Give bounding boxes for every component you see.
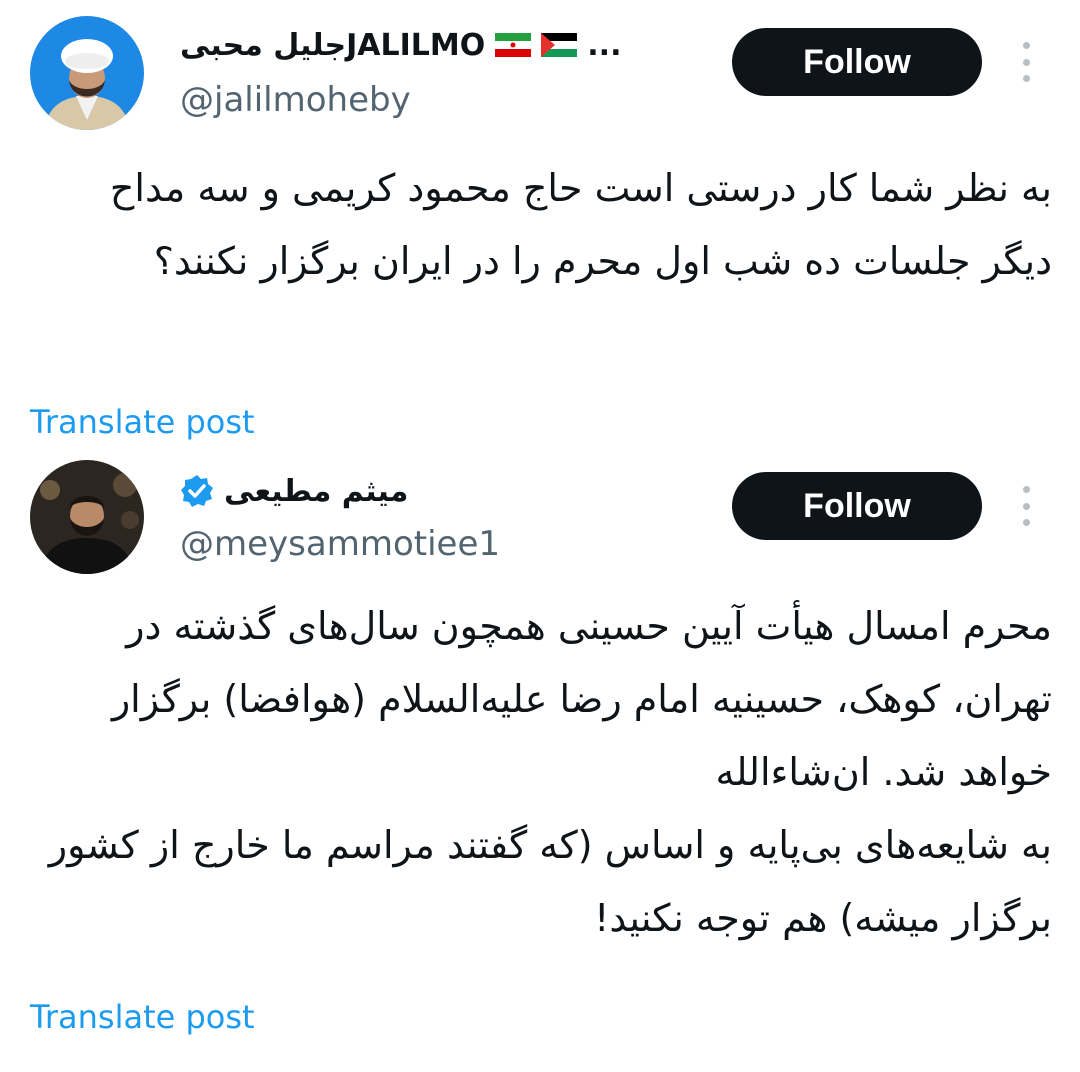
- translate-post-link[interactable]: Translate post: [30, 998, 255, 1036]
- post-text: محرم امسال هیأت آیین حسینی همچون سال‌های…: [48, 604, 1052, 940]
- verified-badge-icon: [181, 475, 213, 507]
- more-options-icon[interactable]: [1014, 486, 1038, 526]
- display-name-row[interactable]: میثم مطیعی: [180, 466, 700, 516]
- display-name-ellipsis: ...: [587, 27, 622, 63]
- dot: [1022, 502, 1030, 510]
- more-options-icon[interactable]: [1014, 42, 1038, 82]
- dot: [1022, 75, 1030, 82]
- avatar[interactable]: [30, 460, 144, 574]
- post-text: به نظر شما کار درستی است حاج محمود کریمی…: [109, 166, 1052, 283]
- dot: [1022, 42, 1030, 49]
- display-name-row[interactable]: جلیل محبیJALILMO ...: [180, 20, 700, 70]
- follow-button[interactable]: Follow: [732, 472, 982, 540]
- palestine-flag-icon: [541, 33, 578, 57]
- user-handle[interactable]: @jalilmoheby: [180, 80, 411, 120]
- iran-flag-icon: [495, 33, 532, 57]
- user-avatar-photo-icon: [30, 460, 144, 574]
- dot: [1022, 58, 1030, 66]
- translate-post-link[interactable]: Translate post: [30, 403, 255, 441]
- follow-button[interactable]: Follow: [732, 28, 982, 96]
- display-name: میثم مطیعی: [224, 473, 409, 509]
- display-name: جلیل محبیJALILMO: [180, 27, 486, 63]
- dot: [1022, 519, 1030, 526]
- user-avatar-cleric-icon: [30, 16, 144, 130]
- avatar[interactable]: [30, 16, 144, 130]
- user-handle[interactable]: @meysammotiee1: [180, 524, 500, 564]
- dot: [1022, 486, 1030, 493]
